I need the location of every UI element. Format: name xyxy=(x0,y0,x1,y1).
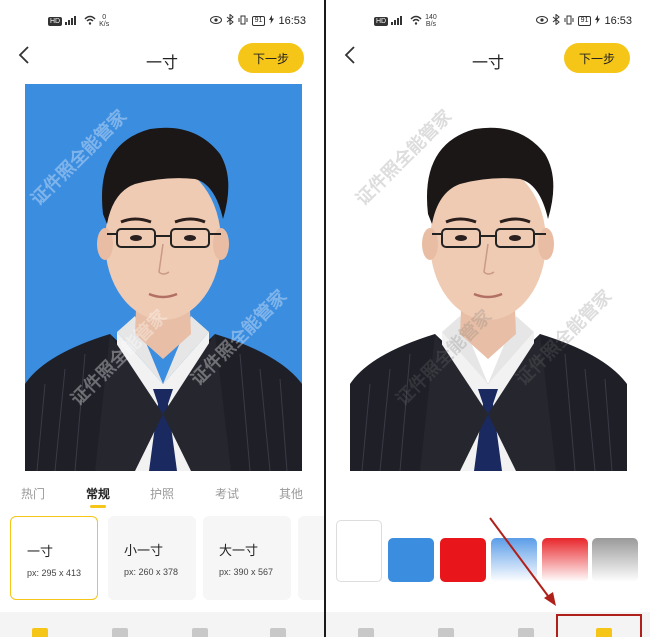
eye-icon xyxy=(535,15,548,27)
tab-hot[interactable]: 热门 xyxy=(21,485,45,502)
next-step-button[interactable]: 下一步 xyxy=(564,43,630,73)
size-tool-icon[interactable] xyxy=(358,628,374,637)
beauty-tool-icon[interactable] xyxy=(518,628,534,637)
swatch-blue-gradient[interactable] xyxy=(491,538,537,582)
category-tabs: 热门 常规 护照 考试 其他 xyxy=(0,485,324,508)
size-name: 大一寸 xyxy=(219,543,259,558)
bluetooth-icon xyxy=(552,13,560,28)
swatch-gray-gradient[interactable] xyxy=(592,538,638,582)
swatch-red[interactable] xyxy=(440,538,486,582)
clothes-tool-icon[interactable] xyxy=(438,628,454,637)
wifi-icon xyxy=(410,15,422,28)
background-color-picker xyxy=(336,520,650,582)
wifi-icon xyxy=(84,15,96,28)
tab-regular[interactable]: 常规 xyxy=(86,485,110,508)
vibrate-icon xyxy=(564,15,574,28)
nav-bar: 一寸 下一步 xyxy=(0,40,324,76)
size-name: 小一寸 xyxy=(124,543,164,558)
status-right: 91 16:53 xyxy=(535,13,632,28)
size-card-large-one-inch[interactable]: 大一寸 px: 390 x 567 xyxy=(203,516,291,600)
portrait-image xyxy=(25,127,302,471)
left-phone-screen: HD 0 K/s 91 16:53 一寸 下一步 证件照全能管家 证件照全能管家… xyxy=(0,0,324,637)
battery-icon: 91 xyxy=(577,16,592,26)
vibrate-icon xyxy=(238,15,248,28)
net-speed: 140 B/s xyxy=(425,14,437,28)
tab-exam[interactable]: 考试 xyxy=(215,485,239,502)
size-card-one-inch[interactable]: 一寸 px: 295 x 413 xyxy=(10,516,98,600)
swatch-red-gradient[interactable] xyxy=(542,538,588,582)
status-left: HD 140 B/s xyxy=(374,14,437,28)
status-left: HD 0 K/s xyxy=(48,14,109,28)
nav-bar: 一寸 下一步 xyxy=(326,40,650,76)
id-photo-preview: 证件照全能管家 证件照全能管家 证件照全能管家 xyxy=(25,84,302,471)
bluetooth-icon xyxy=(226,13,234,28)
clothes-tool-icon[interactable] xyxy=(112,628,128,637)
charging-icon xyxy=(269,15,275,27)
portrait-image xyxy=(350,127,627,471)
annotation-highlight-box xyxy=(556,614,642,637)
eye-icon xyxy=(209,15,222,27)
size-card-partial[interactable] xyxy=(298,516,324,600)
status-bar: HD 140 B/s 91 16:53 xyxy=(326,10,650,30)
clock: 16:53 xyxy=(278,15,306,27)
status-bar: HD 0 K/s 91 16:53 xyxy=(0,10,324,30)
beauty-tool-icon[interactable] xyxy=(192,628,208,637)
size-list: 一寸 px: 295 x 413 小一寸 px: 260 x 378 大一寸 p… xyxy=(10,516,324,601)
tab-passport[interactable]: 护照 xyxy=(150,485,174,502)
swatch-blue[interactable] xyxy=(388,538,434,582)
size-pixels: px: 260 x 378 xyxy=(124,567,179,577)
size-pixels: px: 295 x 413 xyxy=(27,568,82,578)
size-card-small-one-inch[interactable]: 小一寸 px: 260 x 378 xyxy=(108,516,196,600)
signal-icon xyxy=(391,15,407,28)
net-speed: 0 K/s xyxy=(99,14,110,28)
signal-icon xyxy=(65,15,81,28)
size-name: 一寸 xyxy=(27,544,54,559)
next-step-button[interactable]: 下一步 xyxy=(238,43,304,73)
hd-badge: HD xyxy=(374,16,389,26)
swatch-white[interactable] xyxy=(336,520,382,582)
hd-badge: HD xyxy=(48,16,63,26)
charging-icon xyxy=(595,15,601,27)
size-pixels: px: 390 x 567 xyxy=(219,567,274,577)
status-right: 91 16:53 xyxy=(209,13,306,28)
tab-other[interactable]: 其他 xyxy=(279,485,303,502)
background-tool-icon[interactable] xyxy=(270,628,286,637)
right-phone-screen: HD 140 B/s 91 16:53 一寸 下一步 证件照全能管家 证件照全能… xyxy=(326,0,650,637)
size-tool-icon[interactable] xyxy=(32,628,48,637)
id-photo-preview: 证件照全能管家 证件照全能管家 证件照全能管家 xyxy=(350,84,627,471)
bottom-toolbar xyxy=(0,612,324,637)
battery-icon: 91 xyxy=(251,16,266,26)
clock: 16:53 xyxy=(604,15,632,27)
